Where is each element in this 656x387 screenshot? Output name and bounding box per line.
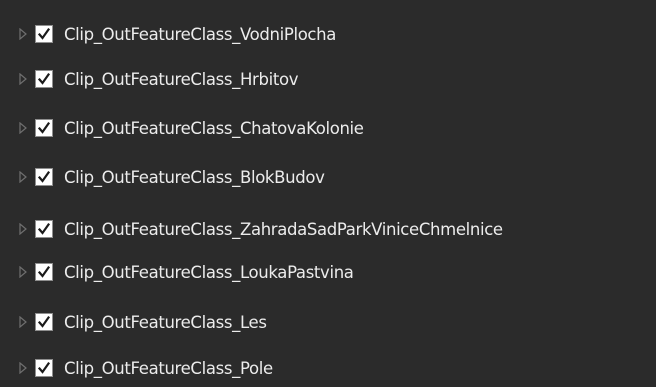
expand-triangle-icon[interactable] xyxy=(16,119,30,137)
expand-triangle-icon[interactable] xyxy=(16,359,30,377)
layer-list: Clip_OutFeatureClass_VodniPlocha Clip_Ou… xyxy=(0,0,656,387)
visibility-checkbox[interactable] xyxy=(35,25,53,43)
layer-label: Clip_OutFeatureClass_Pole xyxy=(64,358,273,378)
layer-label: Clip_OutFeatureClass_Hrbitov xyxy=(64,69,299,89)
layer-label: Clip_OutFeatureClass_BlokBudov xyxy=(64,167,325,187)
layer-item-pole[interactable]: Clip_OutFeatureClass_Pole xyxy=(0,348,656,387)
checkmark-icon xyxy=(37,361,51,374)
layer-label: Clip_OutFeatureClass_ChatovaKolonie xyxy=(64,118,364,138)
layer-item-chatova-kolonie[interactable]: Clip_OutFeatureClass_ChatovaKolonie xyxy=(0,108,656,148)
checkmark-icon xyxy=(37,265,51,278)
layer-item-vodni-plocha[interactable]: Clip_OutFeatureClass_VodniPlocha xyxy=(0,14,656,54)
visibility-checkbox[interactable] xyxy=(35,168,53,186)
checkmark-icon xyxy=(37,27,51,40)
checkmark-icon xyxy=(37,121,51,134)
expand-triangle-icon[interactable] xyxy=(16,25,30,43)
layer-item-zahrada-sad-park[interactable]: Clip_OutFeatureClass_ZahradaSadParkVinic… xyxy=(0,209,656,249)
expand-triangle-icon[interactable] xyxy=(16,168,30,186)
visibility-checkbox[interactable] xyxy=(35,263,53,281)
expand-triangle-icon[interactable] xyxy=(16,313,30,331)
layer-item-louka-pastvina[interactable]: Clip_OutFeatureClass_LoukaPastvina xyxy=(0,252,656,292)
layer-label: Clip_OutFeatureClass_Les xyxy=(64,312,267,332)
layer-item-hrbitov[interactable]: Clip_OutFeatureClass_Hrbitov xyxy=(0,59,656,99)
visibility-checkbox[interactable] xyxy=(35,313,53,331)
layer-item-les[interactable]: Clip_OutFeatureClass_Les xyxy=(0,302,656,342)
expand-triangle-icon[interactable] xyxy=(16,70,30,88)
layer-item-blok-budov[interactable]: Clip_OutFeatureClass_BlokBudov xyxy=(0,157,656,197)
checkmark-icon xyxy=(37,315,51,328)
visibility-checkbox[interactable] xyxy=(35,119,53,137)
layer-label: Clip_OutFeatureClass_ZahradaSadParkVinic… xyxy=(64,219,503,239)
visibility-checkbox[interactable] xyxy=(35,220,53,238)
expand-triangle-icon[interactable] xyxy=(16,263,30,281)
checkmark-icon xyxy=(37,170,51,183)
checkmark-icon xyxy=(37,222,51,235)
layer-label: Clip_OutFeatureClass_LoukaPastvina xyxy=(64,262,354,282)
layer-label: Clip_OutFeatureClass_VodniPlocha xyxy=(64,24,337,44)
expand-triangle-icon[interactable] xyxy=(16,220,30,238)
checkmark-icon xyxy=(37,72,51,85)
visibility-checkbox[interactable] xyxy=(35,359,53,377)
visibility-checkbox[interactable] xyxy=(35,70,53,88)
